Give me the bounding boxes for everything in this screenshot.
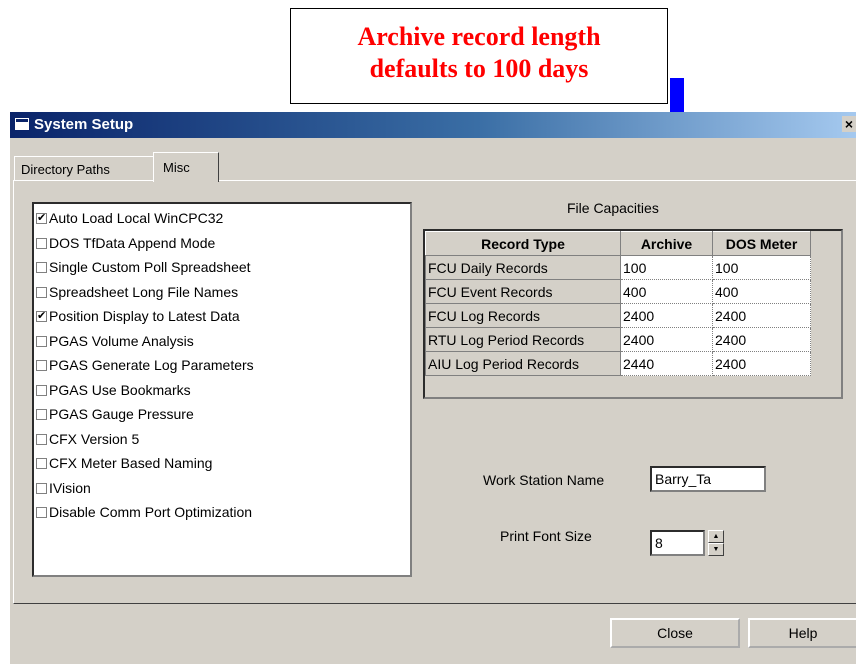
title-bar[interactable]: System Setup ×	[10, 112, 856, 138]
work-station-name-label: Work Station Name	[483, 472, 605, 488]
option-label: PGAS Generate Log Parameters	[49, 357, 254, 373]
archive-cell[interactable]: 2440	[620, 351, 713, 376]
checkbox-unchecked[interactable]	[36, 482, 47, 494]
close-window-icon[interactable]: ×	[842, 116, 856, 132]
help-button[interactable]: Help	[748, 618, 856, 648]
checkbox-unchecked[interactable]	[36, 335, 47, 347]
tab-directory-paths[interactable]: Directory Paths	[14, 156, 154, 180]
checkbox-unchecked[interactable]	[36, 409, 47, 420]
archive-cell[interactable]: 400	[620, 279, 713, 304]
annotation-line-2: defaults to 100 days	[369, 54, 589, 83]
table-row: FCU Daily Records 100 100	[425, 255, 811, 280]
record-type-cell: FCU Event Records	[425, 279, 621, 304]
system-setup-window: System Setup × Directory Paths Misc Auto…	[10, 112, 856, 664]
print-font-size-spinner[interactable]: ▲ ▼	[708, 530, 724, 556]
spin-up-icon[interactable]: ▲	[708, 530, 724, 543]
option-label: Auto Load Local WinCPC32	[49, 210, 224, 226]
checkbox-checked[interactable]	[36, 211, 47, 224]
table-row: AIU Log Period Records 2440 2400	[425, 351, 811, 376]
option-label: Single Custom Poll Spreadsheet	[49, 259, 251, 275]
dos-meter-cell[interactable]: 2400	[712, 351, 811, 376]
dos-meter-cell[interactable]: 400	[712, 279, 811, 304]
option-label: PGAS Volume Analysis	[49, 332, 194, 349]
work-station-name-input[interactable]	[650, 466, 766, 492]
print-font-size-input[interactable]	[650, 530, 705, 556]
spin-down-icon[interactable]: ▼	[708, 543, 724, 556]
window-icon	[14, 117, 30, 131]
checkbox-unchecked[interactable]	[36, 262, 47, 273]
checkbox-unchecked[interactable]	[36, 237, 47, 249]
option-label: DOS TfData Append Mode	[49, 234, 216, 251]
table-row: RTU Log Period Records 2400 2400	[425, 327, 811, 352]
record-type-cell: AIU Log Period Records	[425, 351, 621, 376]
window-title: System Setup	[34, 116, 134, 133]
option-label: PGAS Gauge Pressure	[49, 406, 194, 422]
dos-meter-cell[interactable]: 2400	[712, 327, 811, 352]
print-font-size-label: Print Font Size	[500, 528, 592, 544]
file-capacities-grid: Record Type Archive DOS Meter FCU Daily …	[423, 229, 843, 399]
option-label: Position Display to Latest Data	[49, 308, 240, 324]
options-checklist[interactable]: Auto Load Local WinCPC32 DOS TfData Appen…	[32, 202, 412, 577]
checkbox-unchecked[interactable]	[36, 360, 47, 371]
file-capacities-table: Record Type Archive DOS Meter FCU Daily …	[425, 231, 811, 376]
annotation-callout: Archive record length defaults to 100 da…	[290, 8, 668, 104]
checkbox-checked[interactable]	[36, 309, 47, 322]
tab-misc-label: Misc	[163, 160, 190, 175]
table-row: FCU Event Records 400 400	[425, 279, 811, 304]
column-header-archive: Archive	[620, 231, 713, 256]
table-row: FCU Log Records 2400 2400	[425, 303, 811, 328]
option-label: Spreadsheet Long File Names	[49, 283, 239, 300]
option-label: CFX Meter Based Naming	[49, 455, 213, 471]
checkbox-unchecked[interactable]	[36, 458, 47, 469]
option-label: CFX Version 5	[49, 430, 140, 447]
checkbox-unchecked[interactable]	[36, 507, 47, 518]
tab-misc[interactable]: Misc	[153, 152, 219, 182]
record-type-cell: FCU Daily Records	[425, 255, 621, 280]
archive-cell[interactable]: 2400	[620, 327, 713, 352]
column-header-dos-meter: DOS Meter	[712, 231, 811, 256]
record-type-cell: FCU Log Records	[425, 303, 621, 328]
annotation-line-1: Archive record length	[357, 22, 601, 51]
option-label: PGAS Use Bookmarks	[49, 381, 191, 398]
close-button[interactable]: Close	[610, 618, 740, 648]
checkbox-unchecked[interactable]	[36, 286, 47, 298]
checkbox-unchecked[interactable]	[36, 384, 47, 396]
option-label: Disable Comm Port Optimization	[49, 504, 253, 520]
dos-meter-cell[interactable]: 100	[712, 255, 811, 280]
record-type-cell: RTU Log Period Records	[425, 327, 621, 352]
archive-cell[interactable]: 100	[620, 255, 713, 280]
dos-meter-cell[interactable]: 2400	[712, 303, 811, 328]
checkbox-unchecked[interactable]	[36, 433, 47, 445]
option-label: IVision	[49, 479, 91, 496]
column-header-record-type: Record Type	[425, 231, 621, 256]
tab-directory-paths-label: Directory Paths	[21, 162, 110, 177]
archive-cell[interactable]: 2400	[620, 303, 713, 328]
file-capacities-label: File Capacities	[567, 200, 659, 216]
